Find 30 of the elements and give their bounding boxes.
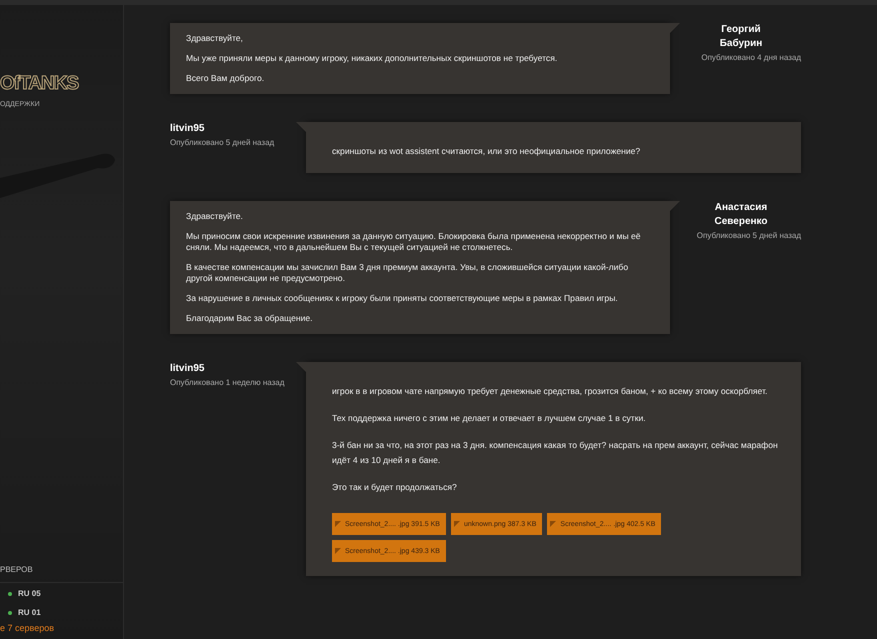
message-text: скриншоты из wot assistent считаются, или это неофициальное приложение? <box>332 145 642 158</box>
message-text: 3-й бан ни за что, на этот раз на 3 дня. компенсация какая то будет? насрать на прем аккаунт, сейчас марафон идёт 4 из 10 дней я в бане. <box>332 439 779 467</box>
post-date: Опубликовано 4 дня назад <box>701 53 801 62</box>
post-date: Опубликовано 5 дней назад <box>170 138 274 147</box>
message-text: В качестве компенсации мы зачислил Вам 3 дня премиум аккаунта. Увы, в сложившейся ситуации какой-либо другой компенсации не предусмотрено. <box>186 262 630 284</box>
message-text: Здравствуйте. <box>186 211 244 222</box>
folded-corner-icon <box>454 521 460 527</box>
message-text: Мы уже приняли меры к данному игроку, никаких дополнительных скриншотов не требуется. <box>186 53 558 64</box>
message-text: Благодарим Вас за обращение. <box>186 313 314 324</box>
folded-corner-icon <box>550 521 556 527</box>
game-logo: OfTANKS <box>0 73 80 95</box>
all-servers-link[interactable]: е 7 серверов <box>0 621 123 639</box>
folded-corner-icon <box>335 521 341 527</box>
message-text: Мы приносим свои искренние извинения за данную ситуацию. Блокировка была применена некорректно и мы её сняли. Мы надеемся, что в дальнейшем Вы с текущей ситуацией не столкнетесь. <box>186 231 642 253</box>
author-name: litvin95 <box>170 122 204 136</box>
author-name: Анастасия Северенко <box>713 201 769 229</box>
server-name: RU 05 <box>18 589 41 598</box>
message-text: Это так и будет продолжаться? <box>332 481 458 494</box>
message-text: игрок в в игровом чате напрямую требует денежные средства, грозится баном, + ко всему этому оскорбляет. <box>332 385 768 398</box>
post-date: Опубликовано 5 дней назад <box>696 231 801 240</box>
message-text: За нарушение в личных сообщениях к игроку были приняты соответствующие меры в рамках Правил игры. <box>186 293 619 304</box>
message-text: Всего Вам доброго. <box>186 73 266 84</box>
servers-heading: РВЕРОВ <box>0 565 123 583</box>
post-date: Опубликовано 1 неделю назад <box>170 378 284 387</box>
folded-corner-icon <box>335 548 341 554</box>
author-name: Георгий Бабурин <box>718 23 764 51</box>
author-name: litvin95 <box>170 362 204 376</box>
server-name: RU 01 <box>18 608 41 617</box>
message-text: Здравствуйте, <box>186 33 244 44</box>
message-text: Тех поддержка ничего с этим не делает и отвечает в лучшем случае 1 в сутки. <box>332 412 647 425</box>
